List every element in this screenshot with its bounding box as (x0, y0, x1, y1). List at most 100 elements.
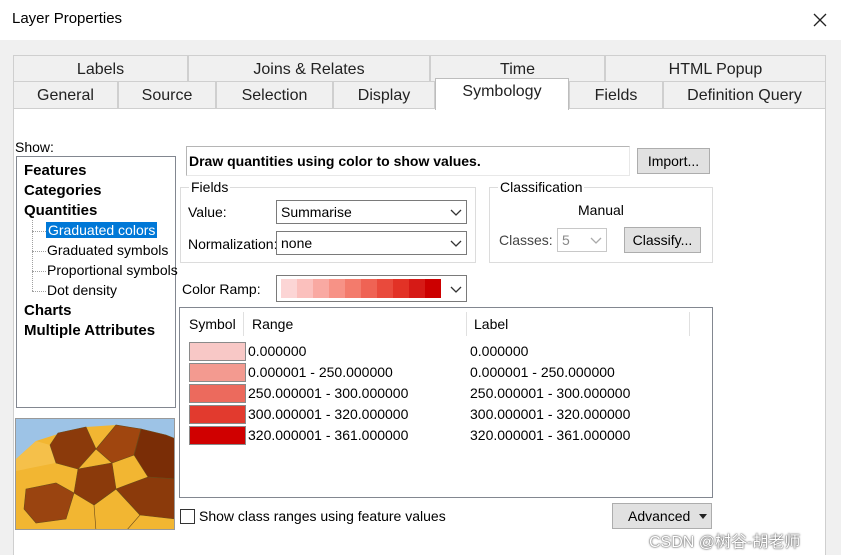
tree-item-graduated-colors[interactable]: Graduated colors (46, 222, 158, 238)
chevron-down-icon (450, 240, 462, 247)
tab-label: General (37, 86, 94, 104)
tree-item-dot-density[interactable]: Dot density (47, 282, 117, 298)
tab-definition-query[interactable]: Definition Query (663, 81, 826, 109)
classes-dropdown[interactable]: 5 (557, 228, 607, 252)
normalization-selected: none (281, 235, 313, 251)
color-ramp-dropdown[interactable] (276, 275, 467, 302)
tab-joins-relates[interactable]: Joins & Relates (188, 55, 430, 83)
tab-labels[interactable]: Labels (13, 55, 188, 83)
title-bar: Layer Properties (0, 0, 841, 40)
tab-source[interactable]: Source (118, 81, 216, 109)
class-symbol-swatch[interactable] (189, 363, 246, 382)
normalization-dropdown[interactable]: none (276, 231, 467, 255)
range-column-header[interactable]: Range (252, 316, 293, 332)
advanced-button-label: Advanced (628, 508, 691, 524)
close-icon (813, 13, 827, 27)
tree-item-graduated-symbols[interactable]: Graduated symbols (47, 242, 168, 258)
tree-connector (32, 291, 46, 292)
tab-label: Definition Query (687, 86, 802, 104)
tree-connector (32, 231, 46, 232)
class-symbol-swatch[interactable] (189, 384, 246, 403)
column-separator (689, 312, 690, 336)
chevron-down-icon (450, 286, 462, 293)
tree-connector (32, 271, 46, 272)
classify-button-label: Classify... (632, 232, 693, 248)
show-class-ranges-label: Show class ranges using feature values (199, 508, 446, 524)
value-field-dropdown[interactable]: Summarise (276, 200, 467, 224)
color-ramp-segment (377, 279, 393, 298)
tab-selection[interactable]: Selection (216, 81, 333, 109)
class-symbol-swatch[interactable] (189, 342, 246, 361)
classify-button[interactable]: Classify... (624, 227, 701, 253)
tab-fields[interactable]: Fields (569, 81, 663, 109)
color-ramp-label: Color Ramp: (182, 281, 261, 297)
classes-selected: 5 (562, 232, 570, 248)
tab-label: HTML Popup (668, 60, 763, 78)
value-label: Value: (188, 204, 227, 220)
show-class-ranges-checkbox[interactable] (180, 509, 195, 524)
color-ramp-segment (281, 279, 297, 298)
tab-label: Display (357, 86, 411, 104)
color-ramp-segment (361, 279, 377, 298)
class-label[interactable]: 300.000001 - 320.000000 (470, 406, 630, 422)
tab-symbology[interactable]: Symbology (435, 78, 569, 110)
tab-label: Joins & Relates (253, 60, 365, 78)
tree-item-multiple-attributes[interactable]: Multiple Attributes (24, 322, 155, 339)
tab-general[interactable]: General (13, 81, 118, 109)
class-range[interactable]: 320.000001 - 361.000000 (248, 427, 408, 443)
color-ramp-segment (329, 279, 345, 298)
preview-map (15, 418, 175, 530)
class-label[interactable]: 250.000001 - 300.000000 (470, 385, 630, 401)
color-ramp-segment (425, 279, 441, 298)
renderer-tree[interactable]: Features Categories Quantities Graduated… (16, 156, 178, 408)
description-text: Draw quantities using color to show valu… (189, 153, 481, 169)
tab-label: Selection (241, 86, 308, 104)
color-ramp-segment (409, 279, 425, 298)
tree-item-quantities[interactable]: Quantities (24, 202, 97, 219)
class-symbol-swatch[interactable] (189, 426, 246, 445)
close-button[interactable] (802, 4, 838, 36)
column-separator (243, 312, 244, 336)
class-label[interactable]: 0.000001 - 250.000000 (470, 364, 615, 380)
class-label[interactable]: 0.000000 (470, 343, 528, 359)
class-range[interactable]: 0.000001 - 250.000000 (248, 364, 393, 380)
color-ramp-segment (313, 279, 329, 298)
label-column-header[interactable]: Label (474, 316, 508, 332)
normalization-label: Normalization: (188, 236, 278, 252)
value-field-selected: Summarise (281, 204, 352, 220)
tab-label: Symbology (462, 82, 542, 100)
class-range[interactable]: 300.000001 - 320.000000 (248, 406, 408, 422)
watermark: CSDN @树谷-胡老师 (649, 534, 801, 551)
show-label: Show: (15, 139, 54, 155)
description-box: Draw quantities using color to show valu… (186, 146, 630, 176)
chevron-down-icon (450, 209, 462, 216)
advanced-button[interactable]: Advanced (612, 503, 712, 529)
column-separator (466, 312, 467, 336)
class-range[interactable]: 0.000000 (248, 343, 306, 359)
classification-group-title: Classification (498, 179, 585, 195)
tab-label: Source (141, 86, 193, 104)
tab-html-popup[interactable]: HTML Popup (605, 55, 826, 83)
import-button-label: Import... (647, 153, 700, 169)
class-symbol-swatch[interactable] (189, 405, 246, 424)
fields-group-title: Fields (189, 179, 231, 195)
class-table[interactable]: Symbol Range Label 0.000000 0.000000 0.000… (179, 307, 713, 498)
color-ramp-segment (297, 279, 313, 298)
import-button[interactable]: Import... (637, 148, 710, 174)
tab-label: Fields (594, 86, 638, 104)
color-ramp-swatch (281, 279, 441, 298)
class-label[interactable]: 320.000001 - 361.000000 (470, 427, 630, 443)
color-ramp-segment (345, 279, 361, 298)
map-preview-image (16, 419, 174, 529)
class-range[interactable]: 250.000001 - 300.000000 (248, 385, 408, 401)
tree-item-categories[interactable]: Categories (24, 182, 102, 199)
tree-item-proportional-symbols[interactable]: Proportional symbols (47, 262, 178, 278)
color-ramp-segment (393, 279, 409, 298)
tab-display[interactable]: Display (333, 81, 435, 109)
chevron-down-icon (590, 237, 602, 244)
tree-item-features[interactable]: Features (24, 162, 87, 179)
symbol-column-header[interactable]: Symbol (189, 316, 236, 332)
tree-item-charts[interactable]: Charts (24, 302, 72, 319)
classification-method: Manual (578, 202, 624, 218)
tree-connector (32, 251, 46, 252)
